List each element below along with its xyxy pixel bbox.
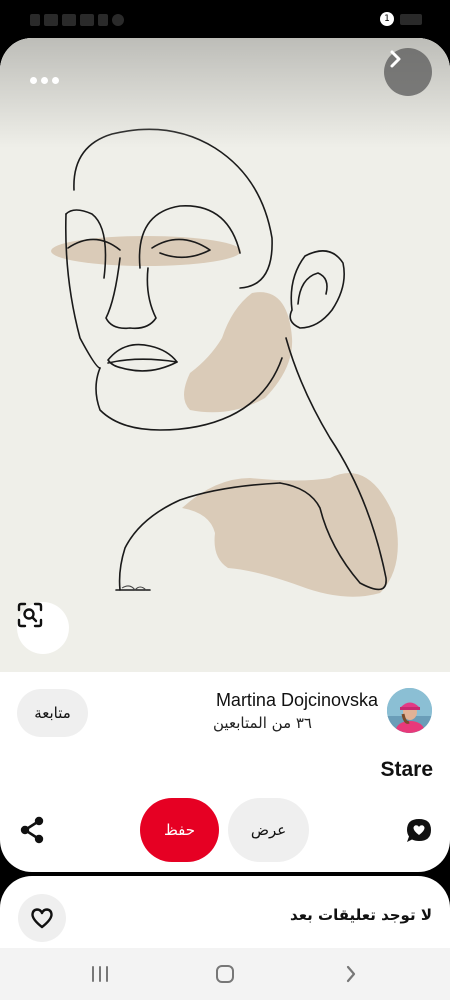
battery-icon [400, 13, 422, 25]
chevron-right-icon [390, 50, 401, 68]
more-horizontal-icon [29, 76, 37, 84]
avatar[interactable] [387, 688, 432, 733]
back-button[interactable] [338, 962, 364, 986]
visual-search-button[interactable] [17, 602, 69, 654]
creator-row: Martina Dojcinovska ٣٦ من المتابعين متاب… [0, 672, 450, 756]
view-button[interactable]: عرض [228, 798, 309, 862]
status-right: 1 [380, 12, 422, 26]
home-button[interactable] [212, 962, 238, 986]
follow-button[interactable]: متابعة [17, 689, 88, 737]
no-comments-text: لا توجد تعليقات بعد [290, 906, 432, 924]
notification-badge: 1 [380, 12, 394, 26]
pin-card: Martina Dojcinovska ٣٦ من المتابعين متاب… [0, 38, 450, 872]
recents-icon [92, 966, 108, 982]
save-button[interactable]: حفظ [140, 798, 219, 862]
back-icon [346, 965, 356, 983]
next-pin-button[interactable] [384, 48, 432, 96]
pin-image[interactable] [0, 38, 450, 672]
follower-count: ٣٦ من المتابعين [213, 714, 312, 732]
comments-card: لا توجد تعليقات بعد [0, 876, 450, 956]
heart-icon [31, 908, 53, 929]
share-icon [20, 816, 44, 844]
status-bar: 1 [0, 0, 450, 38]
comment-icon[interactable] [404, 816, 434, 846]
share-button[interactable] [14, 810, 50, 850]
recents-button[interactable] [87, 962, 113, 986]
screen: 1 Martina Dojcinovska ٣٦ من المتابعين مت… [0, 0, 450, 1000]
system-nav-bar [0, 948, 450, 1000]
more-options-button[interactable] [22, 58, 66, 102]
status-icons [30, 13, 124, 27]
home-icon [216, 965, 234, 983]
react-button[interactable] [18, 894, 66, 942]
creator-name[interactable]: Martina Dojcinovska [216, 690, 378, 711]
image-top-shade [0, 38, 450, 148]
pin-title: Stare [380, 758, 433, 781]
visual-search-icon [17, 602, 43, 628]
